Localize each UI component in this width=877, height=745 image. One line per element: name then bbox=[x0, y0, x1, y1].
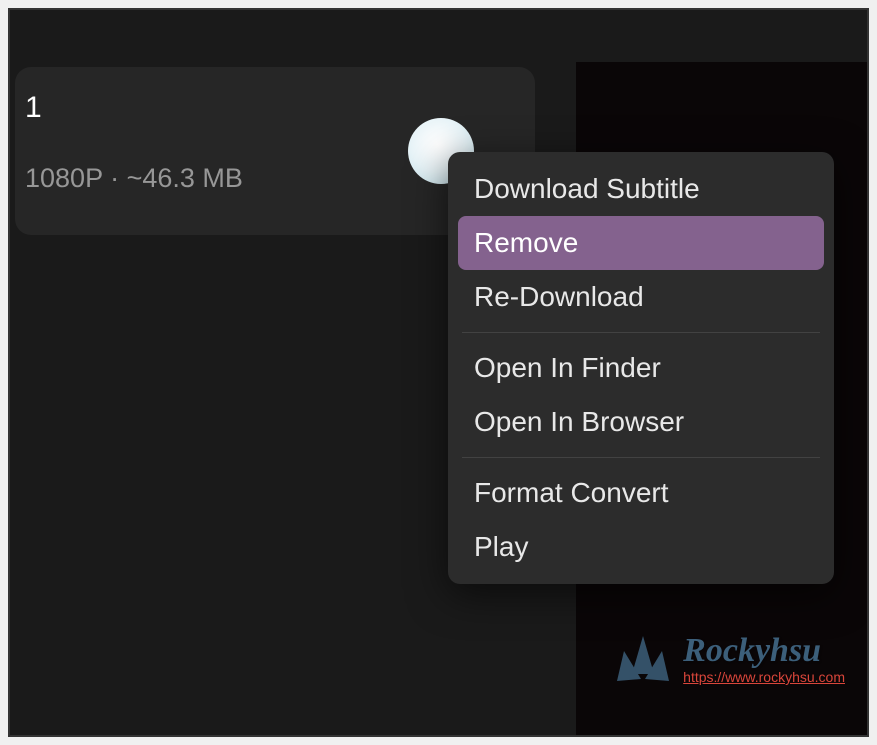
menu-remove[interactable]: Remove bbox=[458, 216, 824, 270]
watermark-title: Rockyhsu bbox=[683, 634, 845, 668]
watermark-text: Rockyhsu https://www.rockyhsu.com bbox=[683, 634, 845, 684]
menu-separator bbox=[462, 332, 820, 333]
context-menu: Download Subtitle Remove Re-Download Ope… bbox=[448, 152, 834, 584]
watermark-url: https://www.rockyhsu.com bbox=[683, 670, 845, 684]
app-frame: 1 1080P · ~46.3 MB Download Subtitle Rem… bbox=[8, 8, 869, 737]
menu-open-in-finder[interactable]: Open In Finder bbox=[458, 341, 824, 395]
menu-re-download[interactable]: Re-Download bbox=[458, 270, 824, 324]
item-separator: · bbox=[103, 163, 127, 193]
watermark-logo-icon bbox=[613, 629, 673, 689]
menu-open-in-browser[interactable]: Open In Browser bbox=[458, 395, 824, 449]
menu-download-subtitle[interactable]: Download Subtitle bbox=[458, 162, 824, 216]
item-size: ~46.3 MB bbox=[127, 163, 243, 193]
menu-play[interactable]: Play bbox=[458, 520, 824, 574]
item-resolution: 1080P bbox=[25, 163, 103, 193]
watermark: Rockyhsu https://www.rockyhsu.com bbox=[613, 629, 845, 689]
menu-separator bbox=[462, 457, 820, 458]
menu-format-convert[interactable]: Format Convert bbox=[458, 466, 824, 520]
